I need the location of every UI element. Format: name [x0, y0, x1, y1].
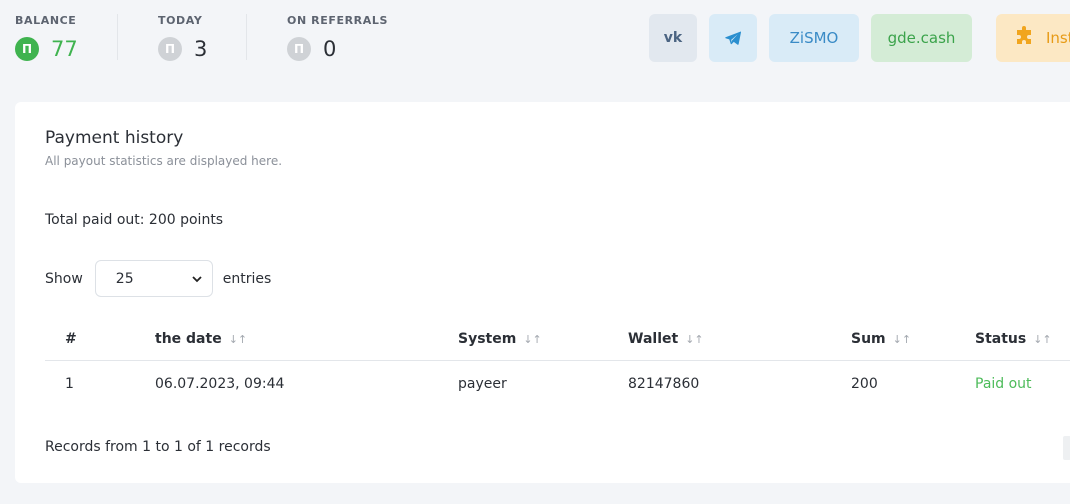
sort-icon: ↓↑: [228, 332, 248, 346]
entries-control: Show 25 entries: [45, 260, 271, 297]
sort-icon: ↓↑: [685, 332, 704, 346]
inst-label: Inst: [1046, 29, 1070, 47]
cell-sum: 200: [851, 376, 878, 392]
status-badge: Paid out: [975, 376, 1032, 392]
referrals-stat: ON REFERRALS П 0: [287, 14, 388, 61]
telegram-icon: [725, 31, 741, 45]
column-label: System: [458, 331, 517, 347]
column-header-system[interactable]: System ↓↑: [458, 331, 542, 347]
vk-icon: vk: [663, 30, 683, 46]
sort-icon: ↓↑: [892, 332, 912, 346]
cell-wallet: 82147860: [628, 376, 700, 392]
balance-label: BALANCE: [15, 14, 77, 27]
today-stat: TODAY П 3: [158, 14, 207, 61]
divider: [117, 14, 118, 60]
sort-icon: ↓↑: [523, 332, 542, 346]
column-label: Sum: [851, 331, 886, 347]
sort-icon: ↓↑: [1033, 332, 1052, 346]
column-label: the date: [155, 331, 222, 347]
scrollbar[interactable]: [1063, 436, 1070, 460]
telegram-button[interactable]: [709, 14, 757, 62]
zismo-button[interactable]: ZiSMO: [769, 14, 859, 62]
column-label: Wallet: [628, 331, 679, 347]
chevron-down-icon: [192, 272, 202, 286]
cell-num: 1: [65, 376, 74, 392]
inst-button[interactable]: Inst: [996, 14, 1070, 62]
payment-history-card: Payment history All payout statistics ar…: [15, 102, 1070, 483]
page-title: Payment history: [45, 128, 184, 148]
column-label: #: [65, 331, 77, 347]
balance-stat: BALANCE П 77: [15, 14, 78, 61]
column-header-num[interactable]: #: [65, 331, 77, 347]
points-coin-icon: П: [287, 37, 311, 61]
today-value: 3: [194, 37, 208, 61]
total-paid-out: Total paid out: 200 points: [45, 212, 224, 228]
column-header-status[interactable]: Status ↓↑: [975, 331, 1052, 347]
cell-date: 06.07.2023, 09:44: [155, 376, 285, 392]
referrals-value: 0: [323, 37, 337, 61]
column-header-date[interactable]: the date ↓↑: [155, 331, 247, 347]
referrals-label: ON REFERRALS: [287, 14, 388, 27]
page-subtitle: All payout statistics are displayed here…: [45, 154, 283, 168]
entries-label: entries: [222, 270, 272, 287]
points-coin-icon: П: [158, 37, 182, 61]
records-info: Records from 1 to 1 of 1 records: [45, 439, 271, 455]
header-divider: [45, 360, 1070, 361]
vk-button[interactable]: vk: [649, 14, 697, 62]
points-coin-icon: П: [15, 37, 39, 61]
balance-value: 77: [51, 37, 78, 61]
puzzle-icon: [1014, 25, 1034, 51]
entries-select-value: 25: [115, 270, 134, 287]
entries-select[interactable]: 25: [94, 260, 213, 297]
column-label: Status: [975, 331, 1027, 347]
column-header-wallet[interactable]: Wallet ↓↑: [628, 331, 704, 347]
gdecash-button[interactable]: gde.cash: [871, 14, 972, 62]
show-label: Show: [45, 270, 83, 287]
cell-system: payeer: [458, 376, 507, 392]
divider: [246, 14, 247, 60]
column-header-sum[interactable]: Sum ↓↑: [851, 331, 911, 347]
today-label: TODAY: [158, 14, 203, 27]
